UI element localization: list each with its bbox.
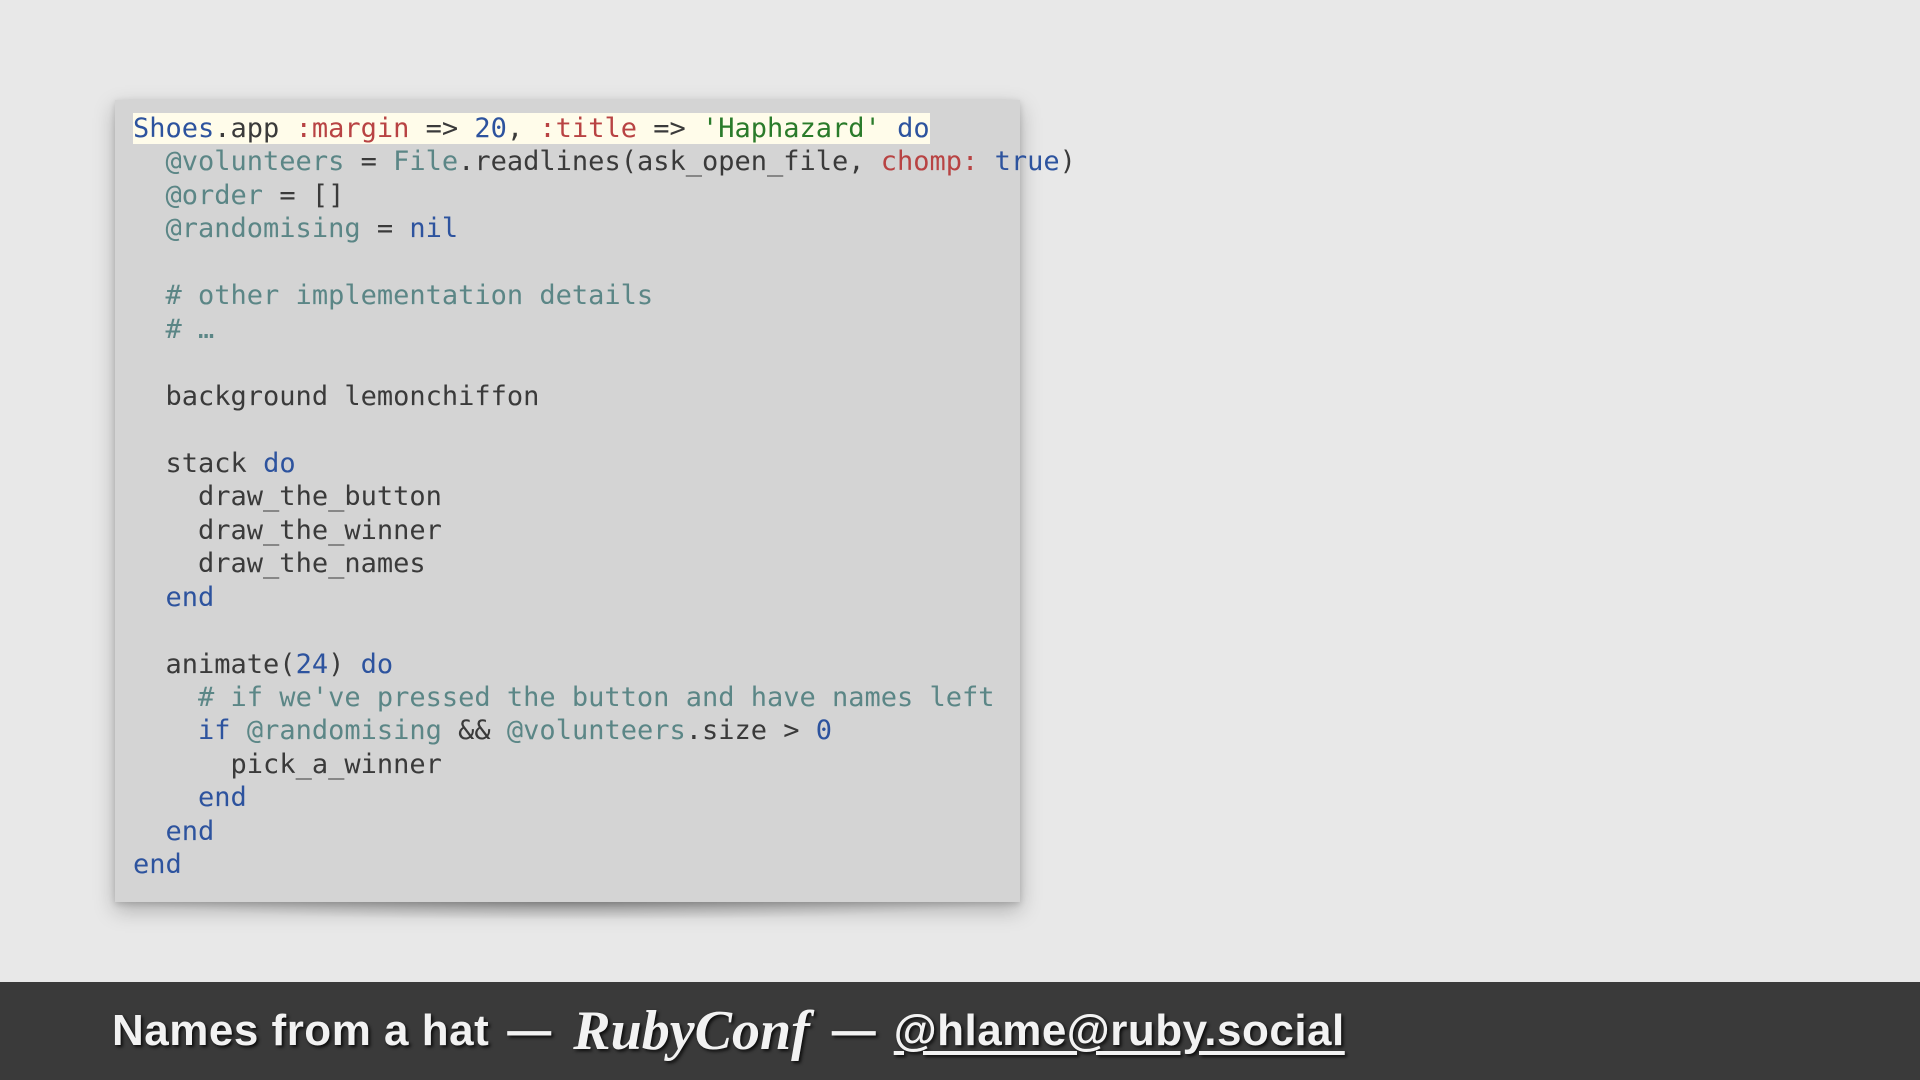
code-token: @volunteers (507, 715, 686, 746)
code-token: end (133, 849, 182, 880)
code-token (133, 649, 166, 680)
code-token (133, 314, 166, 345)
footer-bar: Names from a hat — RubyConf — @hlame@rub… (0, 982, 1920, 1080)
code-token (133, 515, 198, 546)
code-token: .size > (686, 715, 816, 746)
code-token: # other implementation details (166, 280, 654, 311)
code-token (133, 448, 166, 479)
code-token: = (344, 146, 393, 177)
code-token: stack (166, 448, 264, 479)
code-token: true (995, 146, 1060, 177)
code-token: @volunteers (166, 146, 345, 177)
code-token: @randomising (247, 715, 442, 746)
separator-dash: — (832, 1006, 876, 1056)
code-block: Shoes.app :margin => 20, :title => 'Haph… (133, 112, 1002, 882)
code-token: if (198, 715, 231, 746)
code-token: ) (328, 649, 361, 680)
code-token: && (442, 715, 507, 746)
code-token: .readlines(ask_open_file, (458, 146, 881, 177)
code-token (133, 548, 198, 579)
code-token: => (637, 113, 702, 144)
code-token: do (897, 113, 930, 144)
code-token (133, 816, 166, 847)
code-token: do (263, 448, 296, 479)
code-card: Shoes.app :margin => 20, :title => 'Haph… (115, 100, 1020, 902)
separator-dash: — (507, 1006, 551, 1056)
code-token: = [] (263, 180, 344, 211)
code-token: @order (166, 180, 264, 211)
presentation-title: Names from a hat (112, 1006, 489, 1056)
code-token: animate( (166, 649, 296, 680)
code-token: end (166, 582, 215, 613)
code-token (133, 481, 198, 512)
code-token: => (409, 113, 474, 144)
code-token: :title (539, 113, 637, 144)
code-token (133, 682, 198, 713)
code-token: draw_the_winner (198, 515, 442, 546)
code-token (133, 146, 166, 177)
code-token (133, 381, 166, 412)
code-token: Shoes (133, 113, 214, 144)
code-token (133, 715, 198, 746)
code-token (133, 582, 166, 613)
code-token: do (361, 649, 394, 680)
code-token: end (166, 816, 215, 847)
code-token (231, 715, 247, 746)
code-token (133, 749, 231, 780)
code-token: pick_a_winner (231, 749, 442, 780)
code-token: , (507, 113, 540, 144)
code-token (133, 280, 166, 311)
code-token: # if we've pressed the button and have n… (198, 682, 995, 713)
code-token: draw_the_names (198, 548, 426, 579)
code-token: .app (214, 113, 295, 144)
code-token: 24 (296, 649, 329, 680)
code-token: # … (166, 314, 215, 345)
code-token: background lemonchiffon (166, 381, 540, 412)
conference-logo: RubyConf (569, 999, 814, 1063)
code-token: 0 (816, 715, 832, 746)
code-token: = (361, 213, 410, 244)
code-token (133, 782, 198, 813)
code-token: end (198, 782, 247, 813)
code-token (881, 113, 897, 144)
code-token: :margin (296, 113, 410, 144)
code-token: File (393, 146, 458, 177)
code-token: nil (409, 213, 458, 244)
code-token: @randomising (166, 213, 361, 244)
code-token: 20 (474, 113, 507, 144)
code-token (978, 146, 994, 177)
code-token (133, 213, 166, 244)
code-token: ) (1060, 146, 1076, 177)
code-token: draw_the_button (198, 481, 442, 512)
code-token: 'Haphazard' (702, 113, 881, 144)
code-token (133, 180, 166, 211)
code-token: chomp: (881, 146, 979, 177)
social-handle-link[interactable]: @hlame@ruby.social (894, 1006, 1345, 1056)
